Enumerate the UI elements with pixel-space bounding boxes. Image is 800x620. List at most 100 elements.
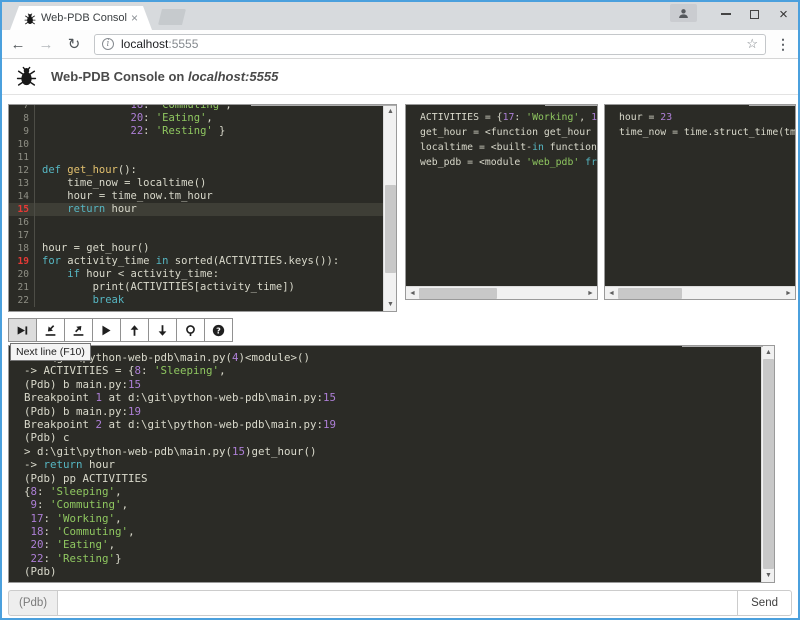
locals-scrollbar[interactable]: ◄ ► — [605, 286, 795, 299]
scroll-left-icon[interactable]: ◄ — [605, 287, 618, 300]
scroll-up-icon[interactable]: ▲ — [384, 105, 397, 118]
maximize-button[interactable] — [740, 2, 769, 26]
code-scrollbar-thumb[interactable] — [385, 185, 396, 273]
tab-title: Web-PDB Console on lo — [41, 12, 127, 24]
code-scrollbar[interactable]: ▲ ▼ — [383, 105, 396, 311]
browser-window: Web-PDB Console on lo × × ← → ↻ i localh… — [0, 0, 800, 620]
line-number[interactable]: 17 — [9, 229, 35, 242]
pdb-console-label: PDB Console — [682, 345, 763, 347]
url-port: :5555 — [168, 37, 198, 51]
step-into-button[interactable] — [36, 318, 65, 342]
code-line: 13 time_now = localtime() — [9, 177, 383, 190]
line-text: 18: 'Commuting', — [17, 525, 135, 538]
page-title: Web-PDB Console on localhost:5555 — [51, 69, 278, 84]
code-editor[interactable]: 7 18: 'Commuting',8 20: 'Eating',9 22: '… — [9, 105, 383, 311]
new-tab-button[interactable] — [158, 9, 186, 25]
step-out-button[interactable] — [64, 318, 93, 342]
tab-strip: Web-PDB Console on lo × × — [2, 2, 798, 30]
forward-button[interactable]: → — [34, 32, 58, 56]
browser-menu-button[interactable]: ⋮ — [772, 32, 794, 56]
line-number[interactable]: 16 — [9, 216, 35, 229]
line-number[interactable]: 11 — [9, 151, 35, 164]
globals-line: localtime = <built-in function loc — [413, 140, 590, 155]
breakpoint-line-number[interactable]: 19 — [9, 255, 35, 268]
tab-close-icon[interactable]: × — [131, 12, 138, 24]
line-number[interactable]: 21 — [9, 281, 35, 294]
scroll-left-icon[interactable]: ◄ — [406, 287, 419, 300]
globals-panel: Globals ACTIVITIES = {17: 'Working', 18:… — [405, 104, 598, 300]
locals-scrollbar-thumb[interactable] — [618, 288, 682, 299]
back-button[interactable]: ← — [6, 32, 30, 56]
send-button[interactable]: Send — [738, 590, 792, 616]
line-number[interactable]: 12 — [9, 164, 35, 177]
line-number[interactable]: 20 — [9, 268, 35, 281]
line-text: (Pdb) — [17, 565, 57, 578]
code-line: 21 print(ACTIVITIES[activity_time]) — [9, 281, 383, 294]
line-text: web_pdb = <module 'web_pdb' from ' — [413, 155, 597, 170]
up-arrow-icon — [128, 324, 141, 337]
minimize-icon — [721, 13, 731, 15]
pdb-console-output[interactable]: > d:\git\python-web-pdb\main.py(4)<modul… — [9, 346, 761, 582]
back-icon: ← — [11, 36, 26, 53]
line-number[interactable]: 9 — [9, 125, 35, 138]
code-line: 15 return hour — [9, 203, 383, 216]
line-number[interactable]: 14 — [9, 190, 35, 203]
line-text: break — [35, 294, 124, 307]
line-number[interactable]: 8 — [9, 112, 35, 125]
console-scrollbar[interactable]: ▲ ▼ — [761, 346, 774, 582]
where-button[interactable] — [176, 318, 205, 342]
console-line: 9: 'Commuting', — [17, 498, 753, 511]
line-number[interactable]: 7 — [9, 105, 35, 112]
code-line: 14 hour = time_now.tm_hour — [9, 190, 383, 203]
globals-scrollbar-thumb[interactable] — [419, 288, 497, 299]
bookmark-star-icon[interactable]: ☆ — [746, 36, 758, 52]
address-bar[interactable]: i localhost :5555 ☆ — [94, 34, 766, 55]
command-input-row: (Pdb) Send — [8, 590, 792, 616]
console-line: 18: 'Commuting', — [17, 525, 753, 538]
debugger-toolbar: ? — [8, 318, 233, 342]
line-number[interactable]: 18 — [9, 242, 35, 255]
line-text — [35, 216, 42, 229]
globals-line: get_hour = <function get_hour at 0 — [413, 125, 590, 140]
code-line: 8 20: 'Eating', — [9, 112, 383, 125]
close-button[interactable]: × — [769, 2, 798, 26]
line-text: 9: 'Commuting', — [17, 498, 128, 511]
up-button[interactable] — [120, 318, 149, 342]
help-icon: ? — [212, 324, 225, 337]
help-button[interactable]: ? — [204, 318, 233, 342]
info-icon[interactable]: i — [102, 38, 114, 50]
line-text: return hour — [35, 203, 137, 216]
line-number[interactable]: 13 — [9, 177, 35, 190]
globals-scrollbar[interactable]: ◄ ► — [406, 286, 597, 299]
console-scrollbar-thumb[interactable] — [763, 359, 774, 569]
browser-toolbar: ← → ↻ i localhost :5555 ☆ ⋮ — [2, 30, 798, 59]
profile-button[interactable] — [670, 4, 697, 22]
code-line: 7 18: 'Commuting', — [9, 105, 383, 112]
scroll-right-icon[interactable]: ► — [584, 287, 597, 300]
next-line-button[interactable] — [8, 318, 37, 342]
scroll-right-icon[interactable]: ► — [782, 287, 795, 300]
forward-icon: → — [39, 36, 54, 53]
continue-button[interactable] — [92, 318, 121, 342]
browser-tab[interactable]: Web-PDB Console on lo × — [10, 6, 152, 30]
line-text: get_hour = <function get_hour at 0 — [413, 125, 597, 140]
line-text: 18: 'Commuting', — [35, 105, 232, 112]
scroll-down-icon[interactable]: ▼ — [384, 298, 397, 311]
line-text: print(ACTIVITIES[activity_time]) — [35, 281, 295, 294]
line-number[interactable]: 10 — [9, 138, 35, 151]
scroll-up-icon[interactable]: ▲ — [762, 346, 775, 359]
refresh-button[interactable]: ↻ — [62, 32, 86, 56]
current-file-name: main.py(15) — [320, 104, 390, 105]
continue-icon — [100, 324, 113, 337]
command-input[interactable] — [57, 590, 738, 616]
position-pin-icon — [184, 324, 197, 337]
down-button[interactable] — [148, 318, 177, 342]
scroll-down-icon[interactable]: ▼ — [762, 569, 775, 582]
breakpoint-line-number[interactable]: 15 — [9, 203, 35, 216]
line-number[interactable]: 22 — [9, 294, 35, 307]
line-text: def get_hour(): — [35, 164, 137, 177]
console-line: -> return hour — [17, 458, 753, 471]
console-line: 20: 'Eating', — [17, 538, 753, 551]
minimize-button[interactable] — [711, 2, 740, 26]
bug-logo-icon — [16, 66, 37, 87]
